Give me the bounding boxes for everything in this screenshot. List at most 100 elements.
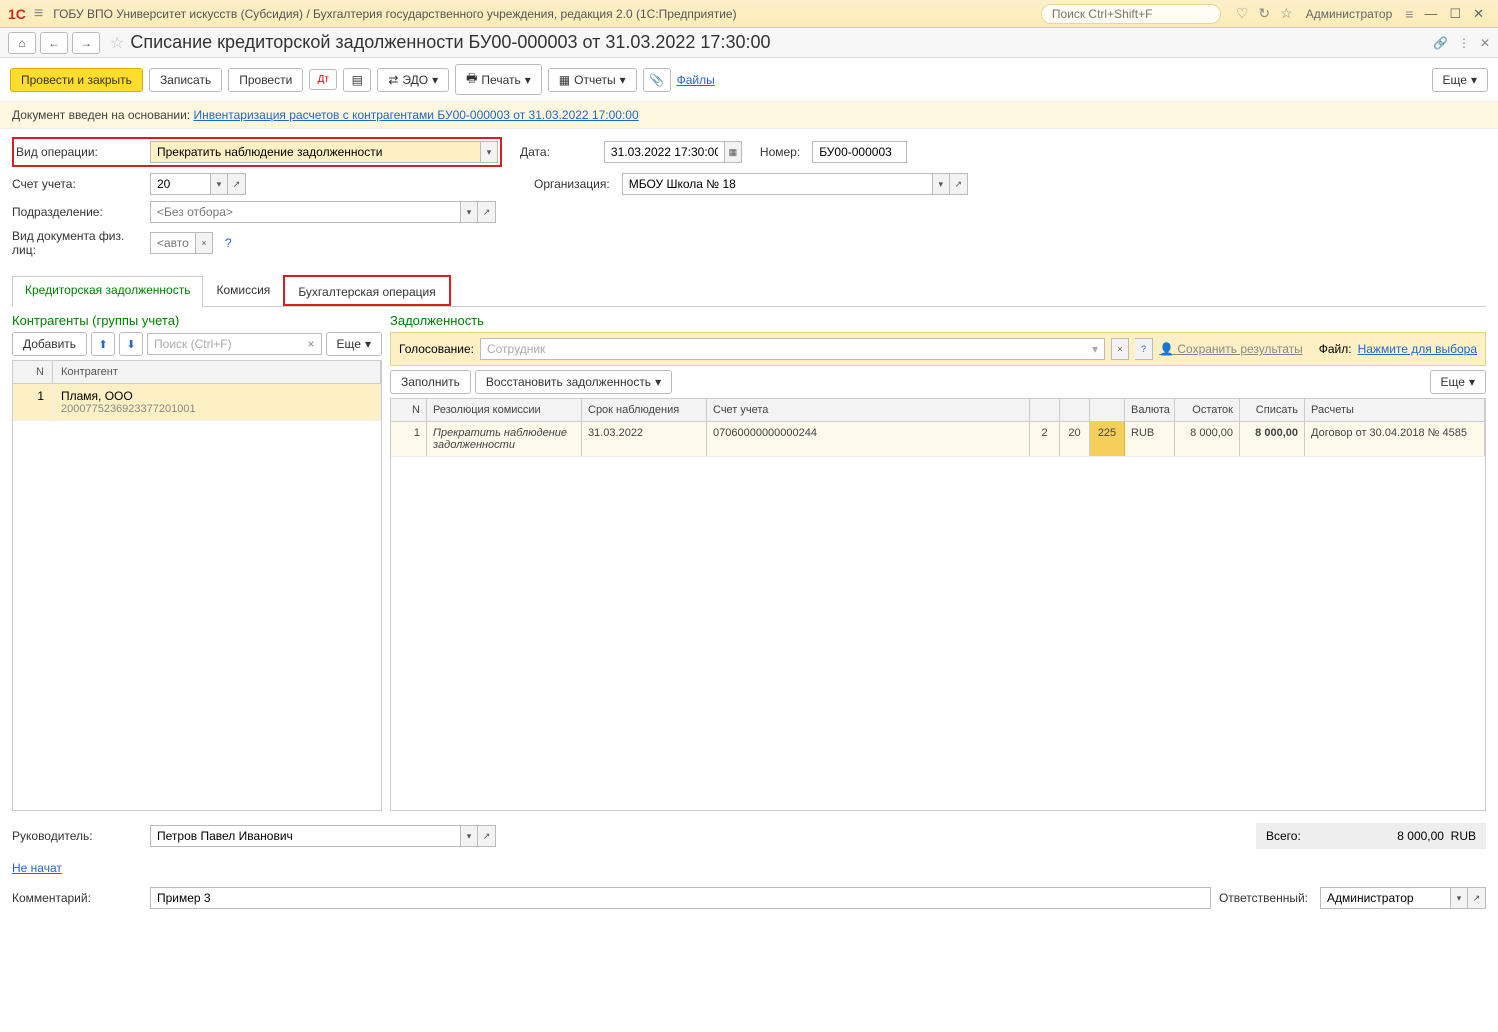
voting-label: Голосование:: [399, 342, 474, 356]
voting-help-icon[interactable]: ?: [1135, 338, 1153, 360]
account-open-icon[interactable]: ↗: [228, 173, 246, 195]
head-input[interactable]: [150, 825, 460, 847]
based-on-link[interactable]: Инвентаризация расчетов с контрагентами …: [193, 108, 638, 122]
voting-input[interactable]: Сотрудник ▾: [480, 338, 1105, 360]
close-tab-icon[interactable]: ✕: [1480, 36, 1490, 50]
footer-head: Руководитель: ▾ ↗ Всего: 8 000,00 RUB: [0, 817, 1498, 855]
save-results-link[interactable]: 👤 Сохранить результаты: [1159, 342, 1303, 356]
save-button[interactable]: Записать: [149, 68, 222, 92]
forward-button[interactable]: →: [72, 32, 100, 54]
edo-icon: ⇄: [388, 73, 398, 87]
doctype-clear-icon[interactable]: ×: [195, 232, 213, 254]
dtkt-button[interactable]: Дт: [309, 69, 337, 90]
account-dropdown[interactable]: ▾: [210, 173, 228, 195]
contractors-title: Контрагенты (группы учета): [12, 313, 382, 328]
date-label: Дата:: [520, 145, 550, 159]
date-input[interactable]: [604, 141, 724, 163]
org-dropdown[interactable]: ▾: [932, 173, 950, 195]
comment-label: Комментарий:: [12, 891, 142, 905]
history-icon[interactable]: ↻: [1258, 5, 1270, 22]
printer-icon: 🖶: [466, 69, 477, 90]
org-open-icon[interactable]: ↗: [950, 173, 968, 195]
org-input[interactable]: [622, 173, 932, 195]
footer-comment: Комментарий: Ответственный: ▾ ↗: [0, 881, 1498, 915]
operation-type-label: Вид операции:: [16, 145, 146, 159]
tabs: Кредиторская задолженность Комиссия Бухг…: [12, 275, 1486, 307]
responsible-input[interactable]: [1320, 887, 1450, 909]
global-search-input[interactable]: [1041, 4, 1221, 24]
bell-icon[interactable]: ♡: [1236, 5, 1249, 22]
comment-input[interactable]: [150, 887, 1211, 909]
more-icon[interactable]: ⋮: [1458, 36, 1470, 50]
contractors-more-button[interactable]: Еще ▾: [326, 332, 382, 356]
debt-row[interactable]: 1 Прекратить наблюдение задолженности 31…: [391, 422, 1485, 457]
cell-resolution: Прекратить наблюдение задолженности: [427, 422, 582, 456]
tab-accounting-operation[interactable]: Бухгалтерская операция: [285, 278, 448, 305]
col-term: Срок наблюдения: [582, 399, 707, 421]
edo-button[interactable]: ⇄ ЭДО ▾: [377, 68, 449, 92]
file-label: Файл:: [1319, 342, 1352, 356]
date-picker-icon[interactable]: ▦: [724, 141, 742, 163]
department-input[interactable]: [150, 201, 460, 223]
col-a1: [1030, 399, 1060, 421]
responsible-dropdown[interactable]: ▾: [1450, 887, 1468, 909]
favorite-icon[interactable]: ☆: [110, 33, 124, 53]
footer-status: Не начат: [0, 855, 1498, 881]
print-form-button[interactable]: ▤: [343, 68, 371, 92]
current-user: Администратор: [1306, 7, 1393, 21]
col-a2: [1060, 399, 1090, 421]
move-up-button[interactable]: ⬆: [91, 332, 115, 356]
toolbar-more-button[interactable]: Еще ▾: [1432, 68, 1488, 92]
total-label: Всего:: [1266, 829, 1301, 843]
tab-commission[interactable]: Комиссия: [203, 276, 283, 307]
contractors-pane: Контрагенты (группы учета) Добавить ⬆ ⬇ …: [12, 313, 382, 811]
menu-icon[interactable]: ≡: [34, 5, 43, 23]
col-resolution: Резолюция комиссии: [427, 399, 582, 421]
responsible-label: Ответственный:: [1219, 891, 1308, 905]
department-open-icon[interactable]: ↗: [478, 201, 496, 223]
move-down-button[interactable]: ⬇: [119, 332, 143, 356]
files-link[interactable]: Файлы: [677, 73, 715, 87]
app-logo: 1C: [8, 6, 26, 22]
doctype-input[interactable]: [150, 232, 195, 254]
post-and-close-button[interactable]: Провести и закрыть: [10, 68, 143, 92]
restore-debt-button[interactable]: Восстановить задолженность ▾: [475, 370, 672, 394]
department-dropdown[interactable]: ▾: [460, 201, 478, 223]
operation-type-dropdown[interactable]: ▾: [480, 141, 498, 163]
help-icon[interactable]: ?: [225, 236, 232, 250]
back-button[interactable]: ←: [40, 32, 68, 54]
post-button[interactable]: Провести: [228, 68, 303, 92]
home-button[interactable]: ⌂: [8, 32, 36, 54]
cell-term: 31.03.2022: [582, 422, 707, 456]
settings-icon[interactable]: ≡: [1405, 6, 1413, 22]
add-contractor-button[interactable]: Добавить: [12, 332, 87, 356]
choose-file-link[interactable]: Нажмите для выбора: [1358, 342, 1477, 356]
col-a3: [1090, 399, 1125, 421]
head-dropdown[interactable]: ▾: [460, 825, 478, 847]
link-icon[interactable]: 🔗: [1433, 36, 1448, 50]
operation-type-input[interactable]: [150, 141, 480, 163]
reports-button[interactable]: ▦ Отчеты ▾: [548, 68, 637, 92]
not-started-link[interactable]: Не начат: [12, 861, 62, 875]
maximize-icon[interactable]: ☐: [1449, 6, 1461, 22]
minimize-icon[interactable]: —: [1424, 6, 1437, 21]
attach-button[interactable]: 📎: [643, 68, 671, 92]
fill-button[interactable]: Заполнить: [390, 370, 471, 394]
tab-creditor-debt[interactable]: Кредиторская задолженность: [12, 276, 203, 307]
cell-n: 1: [391, 422, 427, 456]
debt-more-button[interactable]: Еще ▾: [1430, 370, 1486, 394]
totals: Всего: 8 000,00 RUB: [1256, 823, 1486, 849]
responsible-open-icon[interactable]: ↗: [1468, 887, 1486, 909]
contractors-grid[interactable]: N Контрагент 1 Пламя, ООО 20007752369233…: [12, 360, 382, 811]
print-button[interactable]: 🖶 Печать ▾: [455, 64, 542, 95]
star-icon[interactable]: ☆: [1280, 5, 1293, 22]
contractor-search-input[interactable]: Поиск (Ctrl+F) ×: [147, 333, 322, 355]
head-open-icon[interactable]: ↗: [478, 825, 496, 847]
debt-grid[interactable]: N Резолюция комиссии Срок наблюдения Сче…: [390, 398, 1486, 811]
clear-search-icon[interactable]: ×: [308, 337, 315, 351]
number-input[interactable]: [812, 141, 907, 163]
account-input[interactable]: [150, 173, 210, 195]
voting-clear-icon[interactable]: ×: [1111, 338, 1129, 360]
close-window-icon[interactable]: ✕: [1473, 6, 1484, 22]
contractor-row[interactable]: 1 Пламя, ООО 20007752369233772010​01: [13, 384, 381, 421]
